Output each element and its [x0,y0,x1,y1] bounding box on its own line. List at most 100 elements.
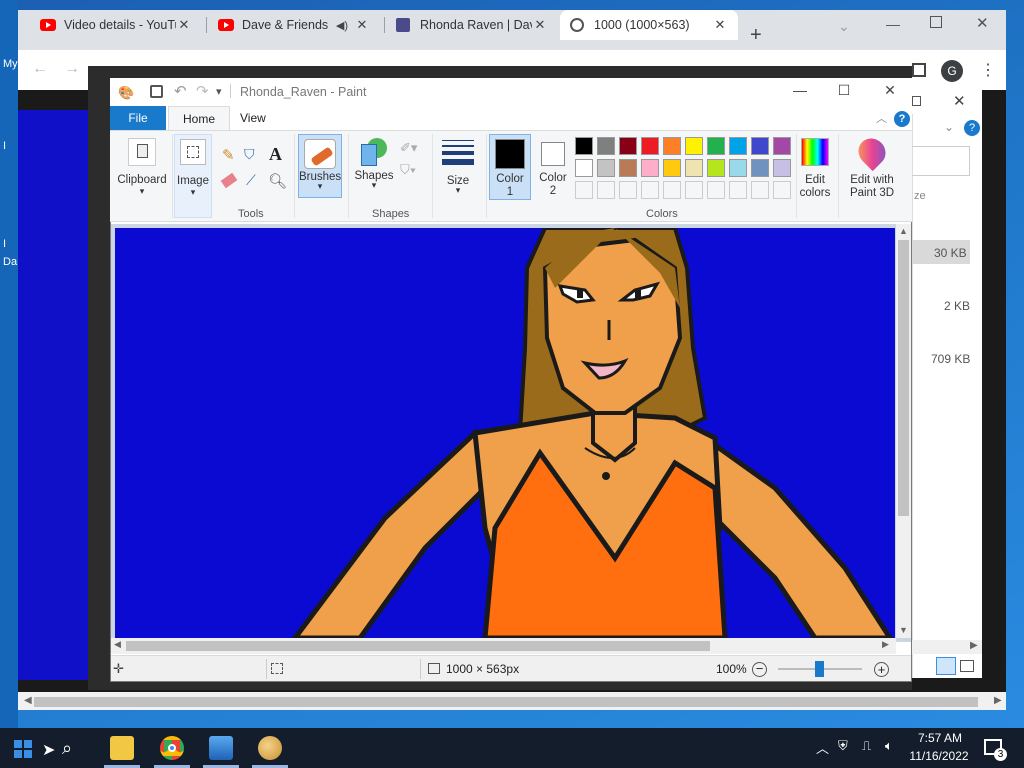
color-swatch[interactable] [597,159,615,177]
redo-icon[interactable]: ↷ [196,82,209,100]
brushes-button[interactable]: Brushes ▾ [298,134,342,198]
desktop-label[interactable]: I [3,140,6,152]
photos-icon[interactable] [209,736,233,760]
scrollbar-thumb[interactable] [898,240,909,516]
edit-with-paint3d-button[interactable]: Edit with Paint 3D [842,132,902,200]
custom-color-swatch[interactable] [751,181,769,199]
new-tab-button[interactable]: + [750,24,762,47]
close-icon[interactable]: ✕ [532,17,548,33]
volume-icon[interactable]: 🔈︎ [885,738,893,754]
color1-button[interactable]: Color 1 [489,134,531,200]
custom-color-swatch[interactable] [707,181,725,199]
profile-avatar[interactable]: G [941,60,963,82]
color-swatch[interactable] [773,137,791,155]
browser-tab-active[interactable]: 1000 (1000×563) ✕ [560,10,738,40]
color-swatch[interactable] [641,159,659,177]
tab-file[interactable]: File [110,106,166,130]
speaker-icon[interactable]: ◀) [336,19,348,32]
details-view-icon[interactable] [936,657,956,675]
search-input[interactable] [912,146,970,176]
close-icon[interactable]: ✕ [953,92,966,110]
close-icon[interactable]: ✕ [354,17,370,33]
minimize-icon[interactable]: — [780,82,820,102]
forward-icon[interactable]: → [64,60,80,78]
color-swatch[interactable] [663,159,681,177]
column-header[interactable]: ze [914,190,926,202]
maximize-icon[interactable] [912,96,921,106]
color-swatch[interactable] [729,137,747,155]
color-swatch[interactable] [685,137,703,155]
text-icon[interactable]: A [269,144,282,165]
color-swatch[interactable] [619,137,637,155]
scroll-up-icon[interactable]: ▲ [899,226,908,236]
scrollbar-thumb[interactable] [34,697,978,707]
desktop-label[interactable]: Da [3,256,17,268]
color-swatch[interactable] [707,137,725,155]
tab-search-icon[interactable]: ⌄ [838,18,850,35]
color-swatch[interactable] [641,137,659,155]
color-swatch[interactable] [707,159,725,177]
color-swatch[interactable] [773,159,791,177]
clock-date[interactable]: 11/16/2022 [906,749,972,763]
browser-tab[interactable]: Dave & Friends T ◀) ✕ [208,10,380,40]
edit-colors-button[interactable]: Edit colors [798,134,832,200]
shapes-button[interactable]: Shapes ▾ [352,134,396,198]
scroll-left-icon[interactable]: ◀ [24,695,32,706]
color-swatch[interactable] [685,159,703,177]
scroll-right-icon[interactable]: ▶ [882,639,889,650]
magnifier-icon[interactable]: 🔍︎ [268,172,287,190]
browser-tab[interactable]: Video details - YouTu ✕ [30,10,202,40]
custom-color-swatch[interactable] [575,181,593,199]
color-picker-icon[interactable]: ⟋ [246,172,256,189]
show-hidden-icons-icon[interactable]: ︿ [816,738,829,757]
paint-icon[interactable] [258,736,282,760]
custom-color-swatch[interactable] [663,181,681,199]
close-icon[interactable]: ✕ [176,17,192,33]
sidepanel-icon[interactable] [912,63,926,77]
large-icons-view-icon[interactable] [960,660,974,672]
menu-icon[interactable]: ⋮ [980,60,996,80]
scroll-right-icon[interactable]: ▶ [994,695,1002,706]
custom-color-swatch[interactable] [729,181,747,199]
security-icon[interactable]: ⛨ [838,738,848,754]
image-button[interactable]: Image ▾ [174,134,212,218]
color-swatch[interactable] [619,159,637,177]
file-explorer-icon[interactable] [110,736,134,760]
help-icon[interactable]: ? [964,120,980,136]
help-icon[interactable]: ? [894,111,910,127]
fill-shape-icon[interactable]: ⛉▾ [400,162,416,178]
start-icon[interactable] [14,740,32,758]
zoom-slider-thumb[interactable] [815,661,824,677]
close-icon[interactable]: ✕ [976,14,989,32]
color-swatch[interactable] [751,159,769,177]
scroll-left-icon[interactable]: ◀ [114,639,121,650]
custom-color-swatch[interactable] [619,181,637,199]
pencil-icon[interactable]: ✎ [222,146,235,164]
custom-color-swatch[interactable] [773,181,791,199]
close-icon[interactable]: ✕ [870,82,910,102]
minimize-icon[interactable]: — [886,16,900,32]
desktop-label[interactable]: My [3,58,18,70]
clipboard-button[interactable]: Clipboard ▾ [114,134,170,218]
undo-icon[interactable]: ↶ [174,82,187,100]
desktop-label[interactable]: I [3,238,6,250]
close-icon[interactable]: ✕ [712,17,728,33]
color-swatch[interactable] [597,137,615,155]
color-swatch[interactable] [575,159,593,177]
color-swatch[interactable] [575,137,593,155]
chevron-down-icon[interactable]: ⌄ [944,120,954,134]
custom-color-swatch[interactable] [597,181,615,199]
scroll-right-icon[interactable]: ▶ [970,640,978,651]
scrollbar-thumb[interactable] [126,641,710,651]
color-swatch[interactable] [751,137,769,155]
back-icon[interactable]: ← [32,60,48,78]
fill-icon[interactable]: ⛉ [244,146,255,163]
outline-icon[interactable]: ✐▾ [400,140,417,156]
zoom-in-icon[interactable]: + [874,662,889,677]
tab-home[interactable]: Home [168,106,231,130]
color-swatch[interactable] [663,137,681,155]
maximize-icon[interactable] [930,16,942,28]
maximize-icon[interactable]: ☐ [824,82,864,102]
color2-button[interactable]: Color 2 [534,134,572,200]
network-icon[interactable]: ⎍ [862,738,871,754]
